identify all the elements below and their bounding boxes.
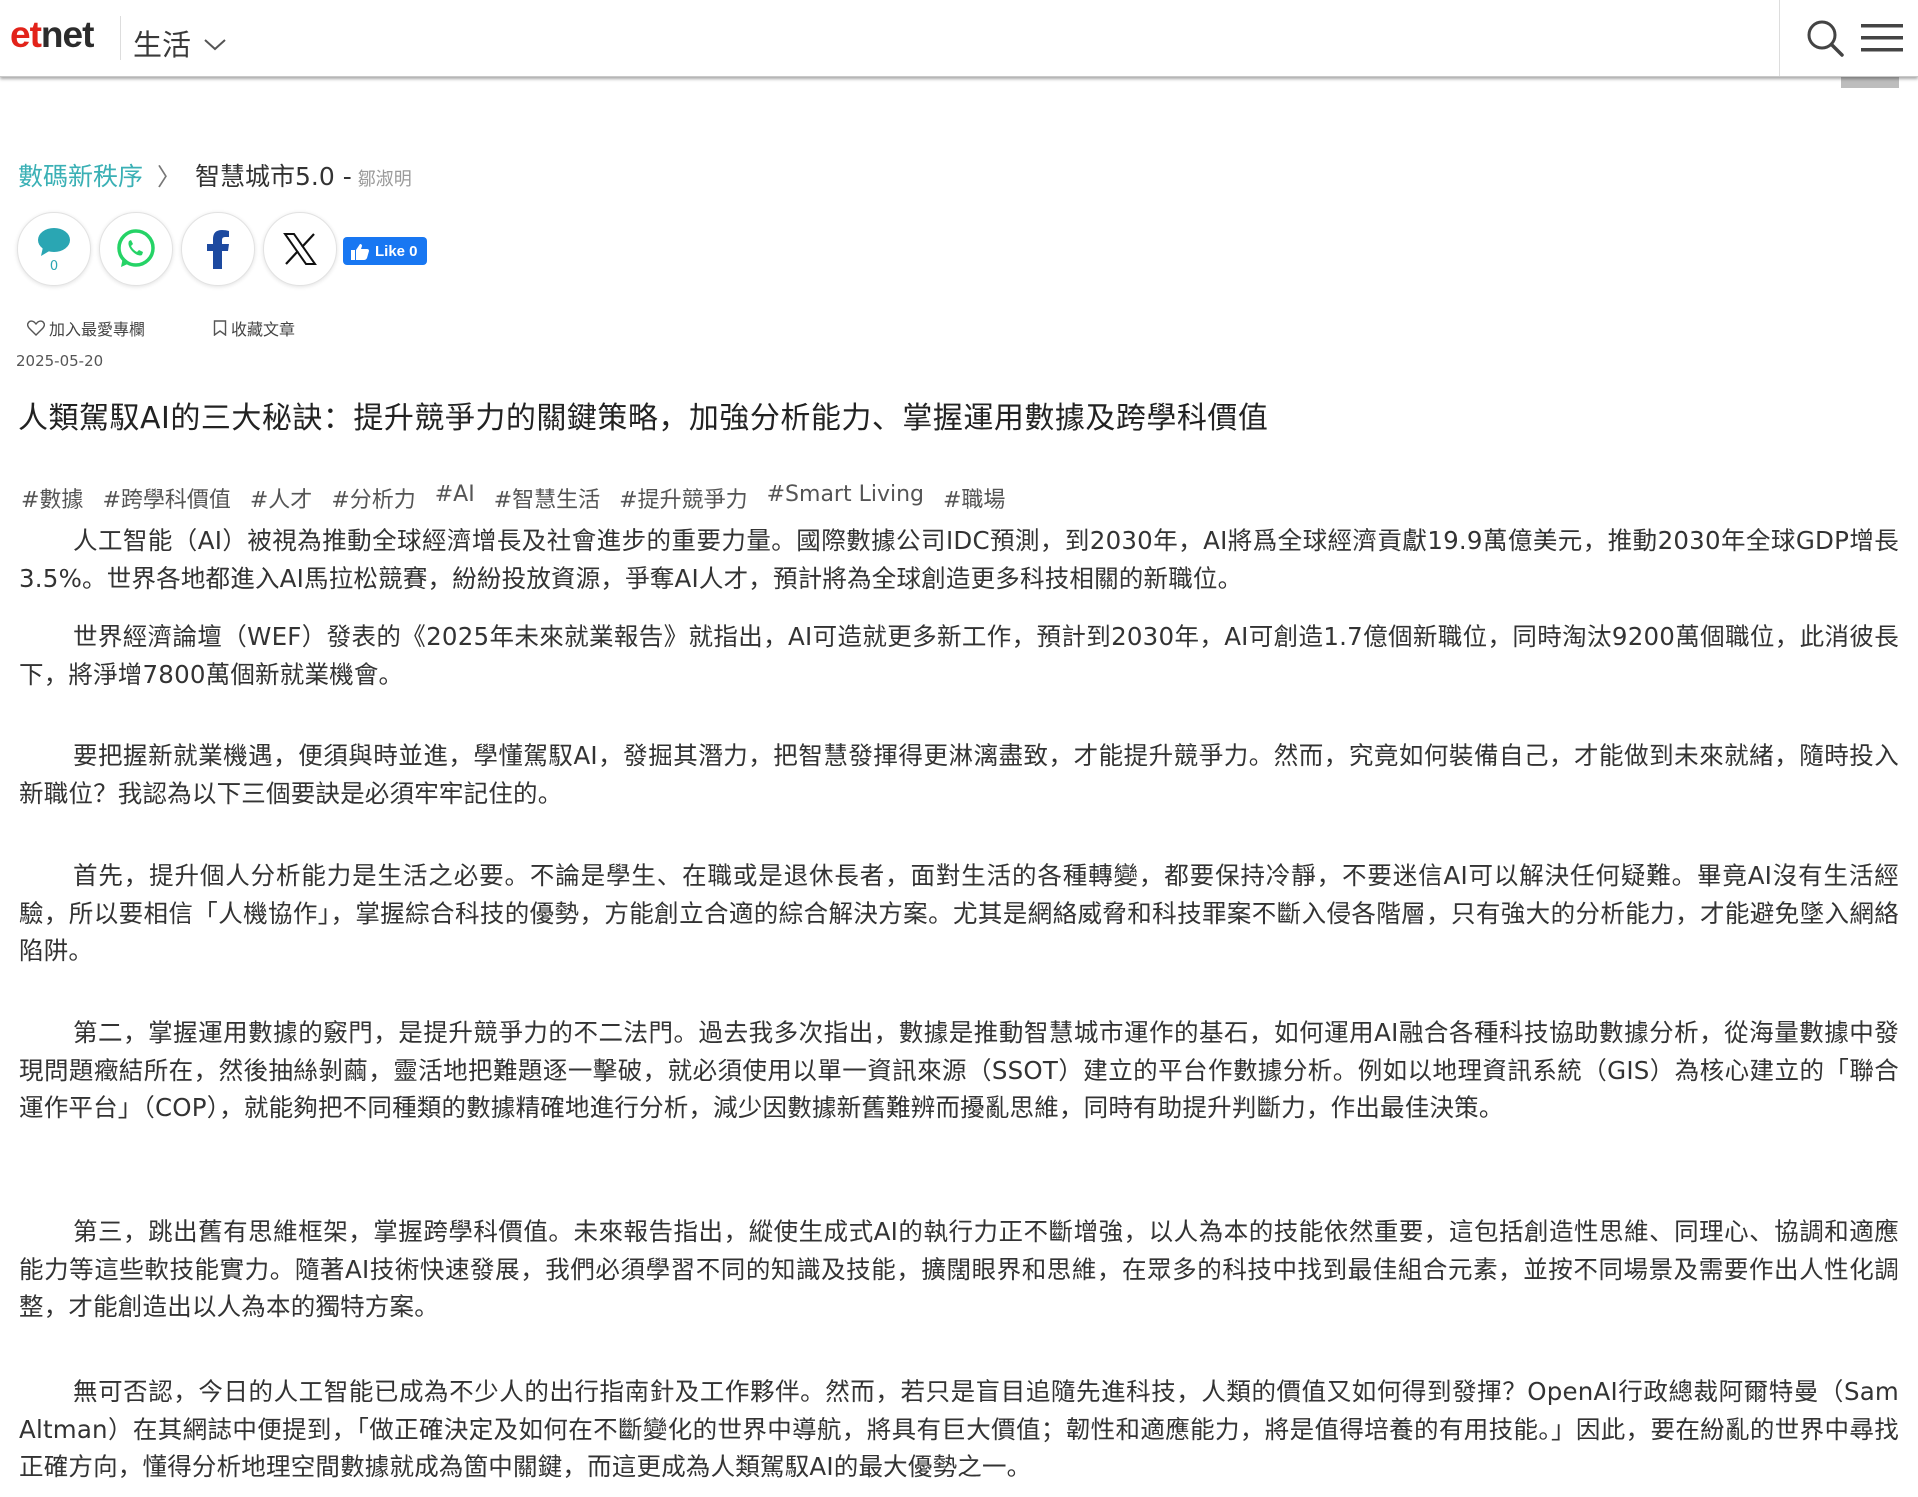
comment-icon <box>38 228 70 256</box>
add-favorite-column-label: 加入最愛專欄 <box>49 320 146 339</box>
tag-link[interactable]: #跨學科價值 <box>102 482 230 514</box>
hamburger-menu-icon <box>1861 24 1903 52</box>
author-name[interactable]: 鄒淑明 <box>358 165 412 191</box>
article-paragraph: 要把握新就業機遇，便須與時並進，學懂駕馭AI，發掘其潛力，把智慧發揮得更淋漓盡致… <box>19 741 1899 808</box>
facebook-share-button[interactable] <box>181 212 255 286</box>
comment-button[interactable]: 0 <box>17 212 91 286</box>
tag-link[interactable]: #數據 <box>21 482 83 514</box>
bookmark-icon <box>213 320 227 336</box>
whatsapp-icon <box>117 229 155 267</box>
article-paragraph: 無可否認，今日的人工智能已成為不少人的出行指南針及工作夥伴。然而，若只是盲目追隨… <box>19 1377 1899 1481</box>
section-dropdown[interactable]: 生活 <box>133 22 227 64</box>
scrollbar-thumb[interactable] <box>1841 76 1899 88</box>
thumbs-up-icon <box>351 243 369 260</box>
article-paragraph: 人工智能（AI）被視為推動全球經濟增長及社會進步的重要力量。國際數據公司IDC預… <box>19 526 1899 593</box>
tag-link[interactable]: #分析力 <box>331 482 415 514</box>
etnet-logo[interactable]: etnet <box>10 14 94 56</box>
tag-link[interactable]: #智慧生活 <box>494 482 600 514</box>
tag-link[interactable]: #AI <box>435 482 475 514</box>
article-title: 人類駕馭AI的三大秘訣：提升競爭力的關鍵策略，加強分析能力、掌握運用數據及跨學科… <box>18 401 1269 436</box>
breadcrumb-column-link[interactable]: 智慧城市5.0 - <box>195 157 352 193</box>
tag-link[interactable]: #職場 <box>943 482 1005 514</box>
article-paragraph: 世界經濟論壇（WEF）發表的《2025年未來就業報告》就指出，AI可造就更多新工… <box>19 622 1899 689</box>
section-label: 生活 <box>133 28 192 62</box>
article-tags: #數據 #跨學科價值 #人才 #分析力 #AI #智慧生活 #提升競爭力 #Sm… <box>21 482 1005 514</box>
top-navigation-bar: etnet 生活 <box>0 0 1918 77</box>
facebook-icon <box>207 230 229 269</box>
breadcrumb-category-link[interactable]: 數碼新秩序 <box>18 157 143 193</box>
breadcrumb: 數碼新秩序 〉 智慧城市5.0 - 鄒淑明 <box>18 157 412 193</box>
facebook-like-label: Like 0 <box>375 242 418 260</box>
tag-link[interactable]: #人才 <box>250 482 312 514</box>
tag-link[interactable]: #Smart Living <box>767 482 924 514</box>
breadcrumb-separator: 〉 <box>157 163 182 191</box>
menu-button[interactable] <box>1846 0 1918 76</box>
article-paragraph: 第二，掌握運用數據的竅門，是提升競爭力的不二法門。過去我多次指出，數據是推動智慧… <box>19 1018 1899 1122</box>
search-icon <box>1807 20 1844 57</box>
bookmark-article-label: 收藏文章 <box>231 320 296 339</box>
whatsapp-share-button[interactable] <box>99 212 173 286</box>
x-icon <box>283 233 317 265</box>
comment-count: 0 <box>49 259 59 274</box>
add-favorite-column-button[interactable]: 加入最愛專欄 <box>27 316 145 340</box>
x-share-button[interactable] <box>263 212 337 286</box>
article-paragraph: 第三，跳出舊有思維框架，掌握跨學科價值。未來報告指出，縱使生成式AI的執行力正不… <box>19 1217 1899 1321</box>
heart-icon <box>27 320 45 336</box>
bookmark-article-button[interactable]: 收藏文章 <box>213 316 295 340</box>
article-paragraph: 首先，提升個人分析能力是生活之必要。不論是學生、在職或是退休長者，面對生活的各種… <box>19 861 1899 965</box>
facebook-like-button[interactable]: Like 0 <box>343 237 427 265</box>
tag-link[interactable]: #提升競爭力 <box>619 482 747 514</box>
chevron-down-icon <box>204 39 226 51</box>
article-date: 2025-05-20 <box>16 352 104 370</box>
header-divider <box>120 16 121 60</box>
